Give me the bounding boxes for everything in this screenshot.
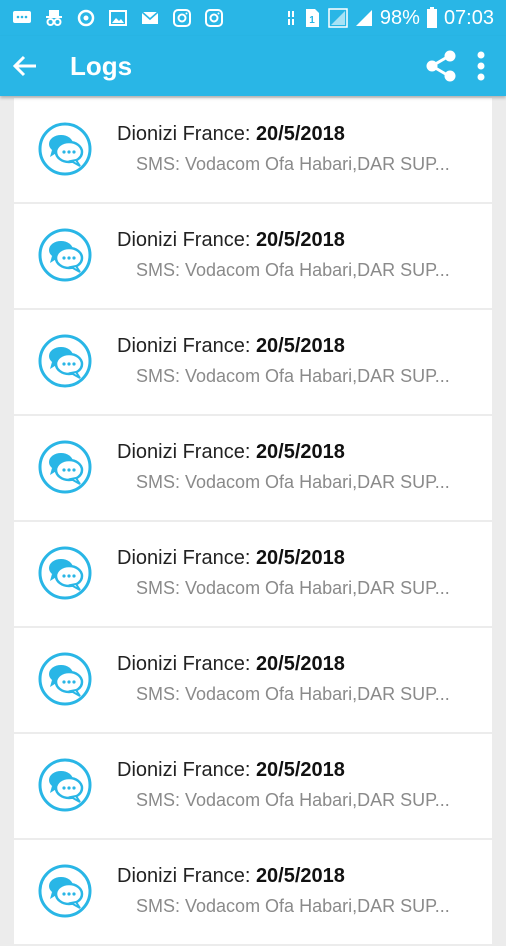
network-type-icon	[286, 8, 296, 28]
log-date: 20/5/2018	[255, 229, 345, 251]
log-date: 20/5/2018	[255, 865, 345, 887]
log-title: Dionizi France: 20/5/2018	[117, 759, 345, 782]
messages-icon	[12, 8, 32, 28]
contact-name: Dionizi France:	[117, 653, 256, 675]
gallery-icon	[108, 8, 128, 28]
back-button[interactable]	[0, 36, 50, 96]
log-title: Dionizi France: 20/5/2018	[117, 229, 345, 252]
signal-icon	[354, 8, 374, 28]
sms-chat-icon	[38, 758, 92, 812]
battery-percent: 98%	[379, 6, 420, 29]
app-bar: Logs	[0, 36, 506, 96]
message-preview: SMS: Vodacom Ofa Habari,DAR SUP...	[136, 684, 450, 704]
message-preview: SMS: Vodacom Ofa Habari,DAR SUP...	[136, 260, 450, 280]
share-button[interactable]	[416, 36, 466, 96]
contact-name: Dionizi France:	[117, 547, 256, 569]
log-item[interactable]: Dionizi France: 20/5/2018 SMS: Vodacom Of…	[14, 416, 492, 520]
incognito-icon	[44, 8, 64, 28]
sms-chat-icon	[38, 440, 92, 494]
message-preview: SMS: Vodacom Ofa Habari,DAR SUP...	[136, 896, 450, 916]
message-preview: SMS: Vodacom Ofa Habari,DAR SUP...	[136, 472, 450, 492]
contact-name: Dionizi France:	[117, 123, 256, 145]
clock: 07:03	[443, 6, 494, 29]
log-title: Dionizi France: 20/5/2018	[117, 547, 345, 570]
sms-chat-icon	[38, 652, 92, 706]
log-title: Dionizi France: 20/5/2018	[117, 441, 345, 464]
sync-icon	[76, 8, 96, 28]
log-item[interactable]: Dionizi France: 20/5/2018 SMS: Vodacom Of…	[14, 840, 492, 944]
page-title: Logs	[70, 50, 133, 81]
sms-chat-icon	[38, 546, 92, 600]
instagram-icon	[172, 8, 192, 28]
sms-chat-icon	[38, 334, 92, 388]
contact-name: Dionizi France:	[117, 229, 256, 251]
share-icon	[426, 50, 456, 82]
logs-list: Dionizi France: 20/5/2018 SMS: Vodacom Of…	[14, 98, 492, 946]
log-date: 20/5/2018	[255, 653, 345, 675]
message-preview: SMS: Vodacom Ofa Habari,DAR SUP...	[136, 578, 450, 598]
log-date: 20/5/2018	[255, 759, 345, 781]
instagram-icon	[204, 8, 224, 28]
log-date: 20/5/2018	[255, 547, 345, 569]
contact-name: Dionizi France:	[117, 865, 256, 887]
message-preview: SMS: Vodacom Ofa Habari,DAR SUP...	[136, 154, 450, 174]
sms-chat-icon	[38, 864, 92, 918]
log-date: 20/5/2018	[255, 441, 345, 463]
log-date: 20/5/2018	[255, 335, 345, 357]
log-title: Dionizi France: 20/5/2018	[117, 123, 345, 146]
contact-name: Dionizi France:	[117, 441, 256, 463]
sms-chat-icon	[38, 228, 92, 282]
log-item[interactable]: Dionizi France: 20/5/2018 SMS: Vodacom Of…	[14, 310, 492, 414]
log-title: Dionizi France: 20/5/2018	[117, 865, 345, 888]
log-title: Dionizi France: 20/5/2018	[117, 335, 345, 358]
log-item[interactable]: Dionizi France: 20/5/2018 SMS: Vodacom Of…	[14, 204, 492, 308]
contact-name: Dionizi France:	[117, 759, 256, 781]
more-options-button[interactable]	[466, 36, 496, 96]
email-icon	[140, 8, 160, 28]
battery-icon	[426, 7, 438, 28]
log-item[interactable]: Dionizi France: 20/5/2018 SMS: Vodacom Of…	[14, 628, 492, 732]
log-item[interactable]: Dionizi France: 20/5/2018 SMS: Vodacom Of…	[14, 98, 492, 202]
log-item[interactable]: Dionizi France: 20/5/2018 SMS: Vodacom Of…	[14, 734, 492, 838]
arrow-back-icon	[12, 55, 36, 77]
more-vert-icon	[477, 51, 485, 81]
message-preview: SMS: Vodacom Ofa Habari,DAR SUP...	[136, 790, 450, 810]
message-preview: SMS: Vodacom Ofa Habari,DAR SUP...	[136, 366, 450, 386]
log-title: Dionizi France: 20/5/2018	[117, 653, 345, 676]
log-item[interactable]: Dionizi France: 20/5/2018 SMS: Vodacom Of…	[14, 522, 492, 626]
status-bar: 1 98% 07:03	[0, 0, 506, 36]
log-date: 20/5/2018	[255, 123, 345, 145]
sim1-icon: 1	[302, 8, 322, 28]
svg-text:1: 1	[309, 15, 315, 26]
signal-icon	[328, 8, 348, 28]
contact-name: Dionizi France:	[117, 335, 256, 357]
sms-chat-icon	[38, 122, 92, 176]
